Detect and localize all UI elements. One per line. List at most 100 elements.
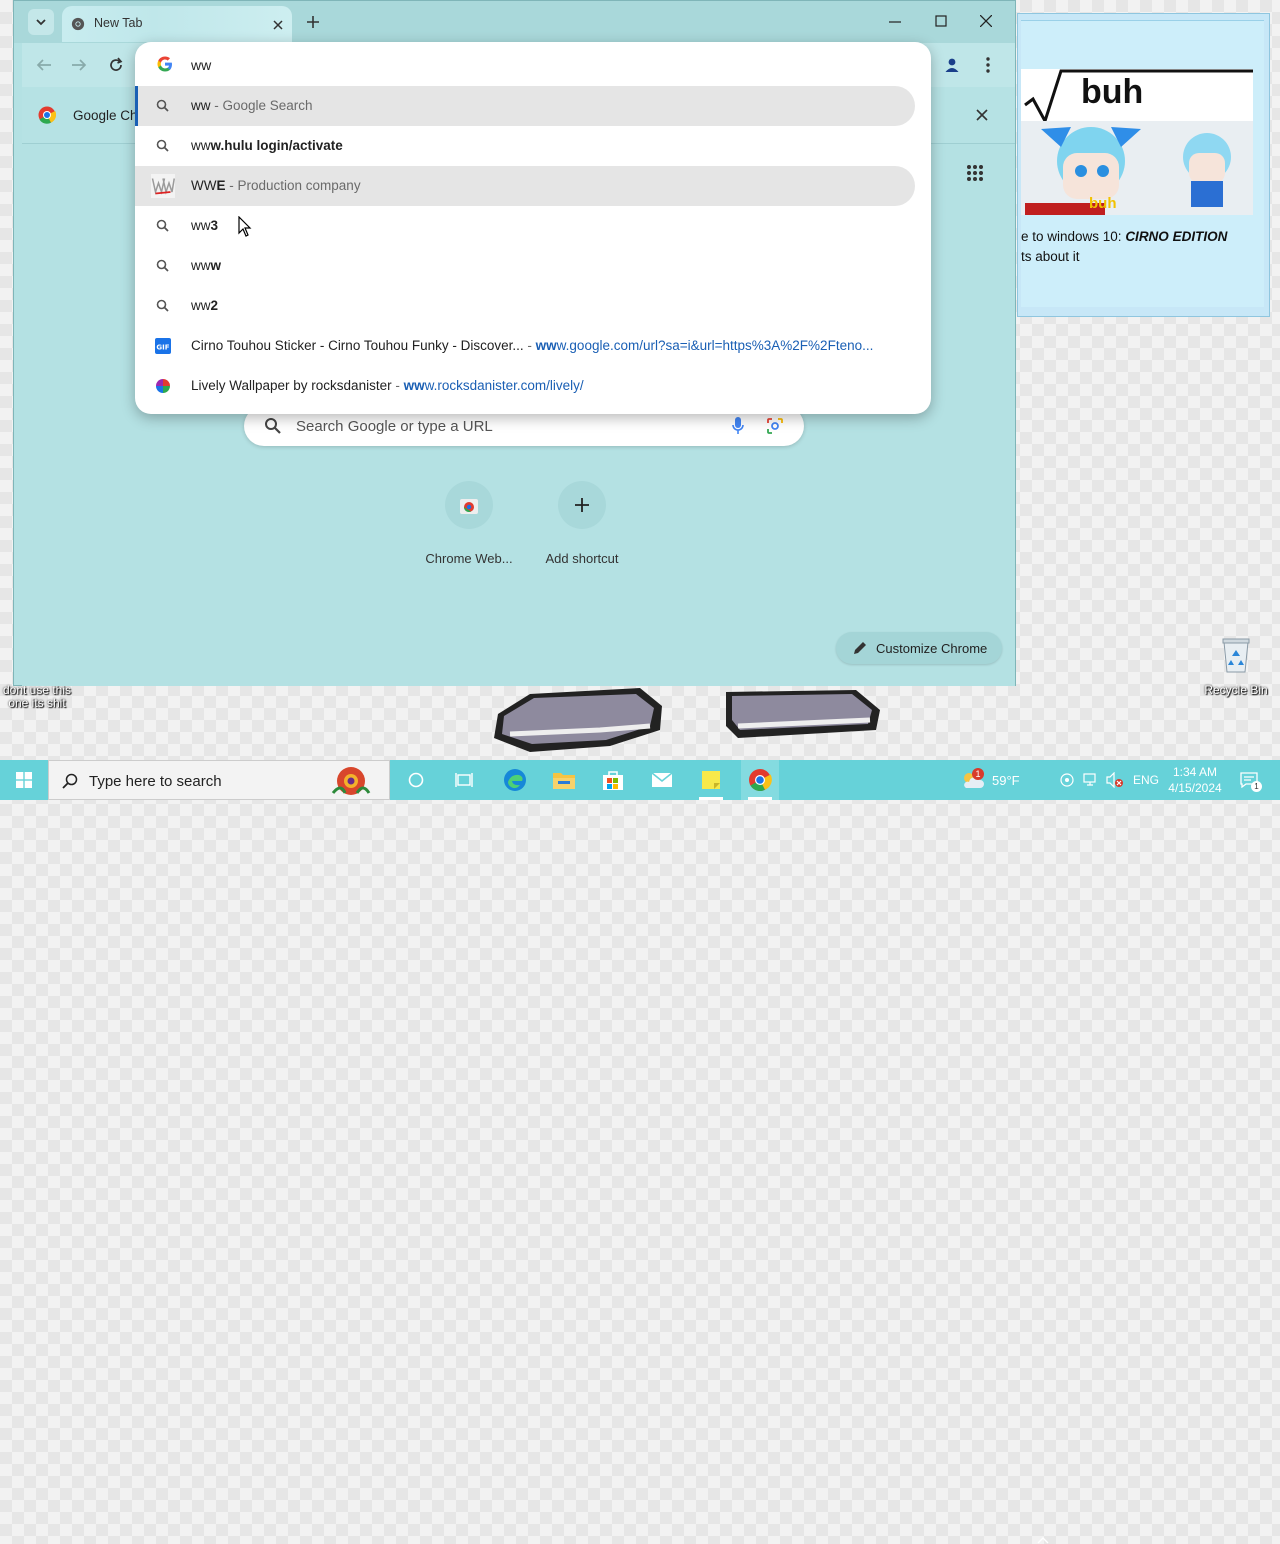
sticky-notes-icon <box>702 771 720 789</box>
suggestion-text: www.hulu login/activate <box>191 138 343 153</box>
tab-new-tab[interactable]: New Tab <box>62 6 292 42</box>
suggestion-query: WW <box>191 178 217 193</box>
weather-alert-badge: 1 <box>972 768 984 780</box>
suggestion-row[interactable]: ww2 <box>135 286 915 326</box>
wallpaper-shoes <box>490 686 880 758</box>
volume-muted-icon[interactable] <box>1106 772 1124 788</box>
tab-search-button[interactable] <box>28 9 54 35</box>
plus-icon <box>575 498 589 512</box>
new-tab-icon[interactable] <box>307 16 319 28</box>
search-icon <box>156 219 169 232</box>
taskbar: Type here to search 1 59°F ENG 1:34 AM 4… <box>0 760 1280 1544</box>
title-bar: New Tab <box>14 1 1015 43</box>
task-view-button[interactable] <box>448 760 480 800</box>
mail-icon <box>651 772 673 787</box>
widget-line-1-text: e to windows 10: <box>1021 229 1126 244</box>
search-highlight-flower-icon <box>331 767 371 795</box>
lively-icon <box>156 379 170 393</box>
suggestion-row[interactable]: GIF Cirno Touhou Sticker - Cirno Touhou … <box>135 326 915 366</box>
suggestion-row[interactable]: Lively Wallpaper by rocksdanister - www.… <box>135 366 915 406</box>
suggestion-title: Lively Wallpaper by rocksdanister <box>191 378 392 393</box>
mail-taskbar-button[interactable] <box>643 760 681 800</box>
maximize-icon[interactable] <box>935 15 947 27</box>
chrome-logo-icon <box>749 769 772 791</box>
suggestion-separator: - <box>523 338 536 353</box>
omnibox-input[interactable]: ww <box>135 42 931 86</box>
shortcut-chrome-web-store[interactable]: Chrome Web... <box>414 481 524 566</box>
show-hidden-icons-chevron-icon[interactable] <box>1037 1536 1049 1544</box>
cirno-meme-image: buh buh <box>1021 69 1253 215</box>
wwe-logo-icon <box>151 174 175 198</box>
menu-dots-icon[interactable] <box>986 57 990 73</box>
sticky-notes-taskbar-button[interactable] <box>692 760 730 800</box>
suggestion-completion: E <box>216 178 226 193</box>
suggestion-url-match: ww <box>403 378 425 393</box>
suggestion-completion: 3 <box>210 218 219 233</box>
edge-icon <box>504 769 526 791</box>
suggestion-row[interactable]: ww3 <box>135 206 915 246</box>
shortcut-label: Chrome Web... <box>425 551 513 566</box>
clock[interactable]: 1:34 AM 4/15/2024 <box>1166 764 1224 796</box>
customize-chrome-button[interactable]: Customize Chrome <box>836 632 1002 664</box>
minimize-icon[interactable] <box>889 16 901 28</box>
chrome-logo-icon <box>38 106 56 124</box>
forward-arrow-icon[interactable] <box>71 57 87 73</box>
shortcut-label: Add shortcut <box>545 551 619 566</box>
profile-icon[interactable] <box>944 57 960 73</box>
info-bar-close-icon[interactable] <box>976 109 988 121</box>
recycle-bin[interactable]: Recycle Bin <box>1204 634 1268 698</box>
suggestion-completion: 2 <box>210 298 219 313</box>
suggestion-row[interactable]: www.hulu login/activate <box>135 126 915 166</box>
web-store-icon <box>460 499 478 514</box>
file-explorer-taskbar-button[interactable] <box>545 760 583 800</box>
suggestion-query: ww <box>191 298 211 313</box>
suggestion-row[interactable]: ww - Google Search <box>135 86 915 126</box>
search-icon <box>62 773 78 789</box>
back-arrow-icon[interactable] <box>36 57 52 73</box>
lens-search-icon[interactable] <box>766 417 784 435</box>
suggestion-query: ww <box>191 138 211 153</box>
google-g-icon <box>157 56 172 72</box>
store-taskbar-button[interactable] <box>594 760 632 800</box>
start-button[interactable] <box>0 760 48 800</box>
cortana-button[interactable] <box>400 760 432 800</box>
clock-time: 1:34 AM <box>1172 765 1218 779</box>
suggestion-row[interactable]: www <box>135 246 915 286</box>
tab-close-icon[interactable] <box>273 20 283 30</box>
language-indicator[interactable]: ENG <box>1133 773 1159 787</box>
notification-badge: 1 <box>1251 781 1262 792</box>
windows-icon <box>16 772 32 788</box>
weather-widget[interactable]: 1 59°F <box>960 760 1024 800</box>
search-icon <box>156 259 169 272</box>
suggestion-row[interactable]: WWE - Production company <box>135 166 915 206</box>
gif-icon: GIF <box>155 338 171 354</box>
meme-caption: buh <box>1081 73 1144 111</box>
desktop-icon-label[interactable]: dont use this one its shit <box>2 684 72 710</box>
voice-search-icon[interactable] <box>732 417 744 435</box>
reload-icon[interactable] <box>108 57 124 73</box>
recycle-bin-label: Recycle Bin <box>1204 683 1268 697</box>
network-icon[interactable] <box>1083 773 1099 787</box>
taskbar-search-box[interactable]: Type here to search <box>48 760 390 800</box>
svg-text:GIF: GIF <box>156 344 169 352</box>
folder-icon <box>553 773 575 789</box>
shortcut-tile <box>558 481 606 529</box>
apps-grid-icon[interactable] <box>966 164 984 182</box>
notification-center-button[interactable]: 1 <box>1234 760 1268 800</box>
chrome-taskbar-button[interactable] <box>741 760 779 800</box>
meet-now-icon[interactable] <box>1060 773 1074 787</box>
search-icon <box>156 99 169 112</box>
info-bar-text: Google Ch <box>73 108 138 123</box>
suggestion-title: Cirno Touhou Sticker - Cirno Touhou Funk… <box>191 338 524 353</box>
close-window-icon[interactable] <box>980 15 992 27</box>
suggestion-query: ww <box>191 258 211 273</box>
weather-temperature: 59°F <box>992 773 1020 788</box>
widget-line-1-emphasis: CIRNO EDITION <box>1125 229 1228 244</box>
suggestion-text: WWE - Production company <box>191 178 361 193</box>
shortcut-tile <box>445 481 493 529</box>
shortcut-add[interactable]: Add shortcut <box>527 481 637 566</box>
suggestion-completion: w <box>210 258 222 273</box>
edge-taskbar-button[interactable] <box>496 760 534 800</box>
search-icon <box>156 139 169 152</box>
customize-chrome-label: Customize Chrome <box>876 641 988 656</box>
